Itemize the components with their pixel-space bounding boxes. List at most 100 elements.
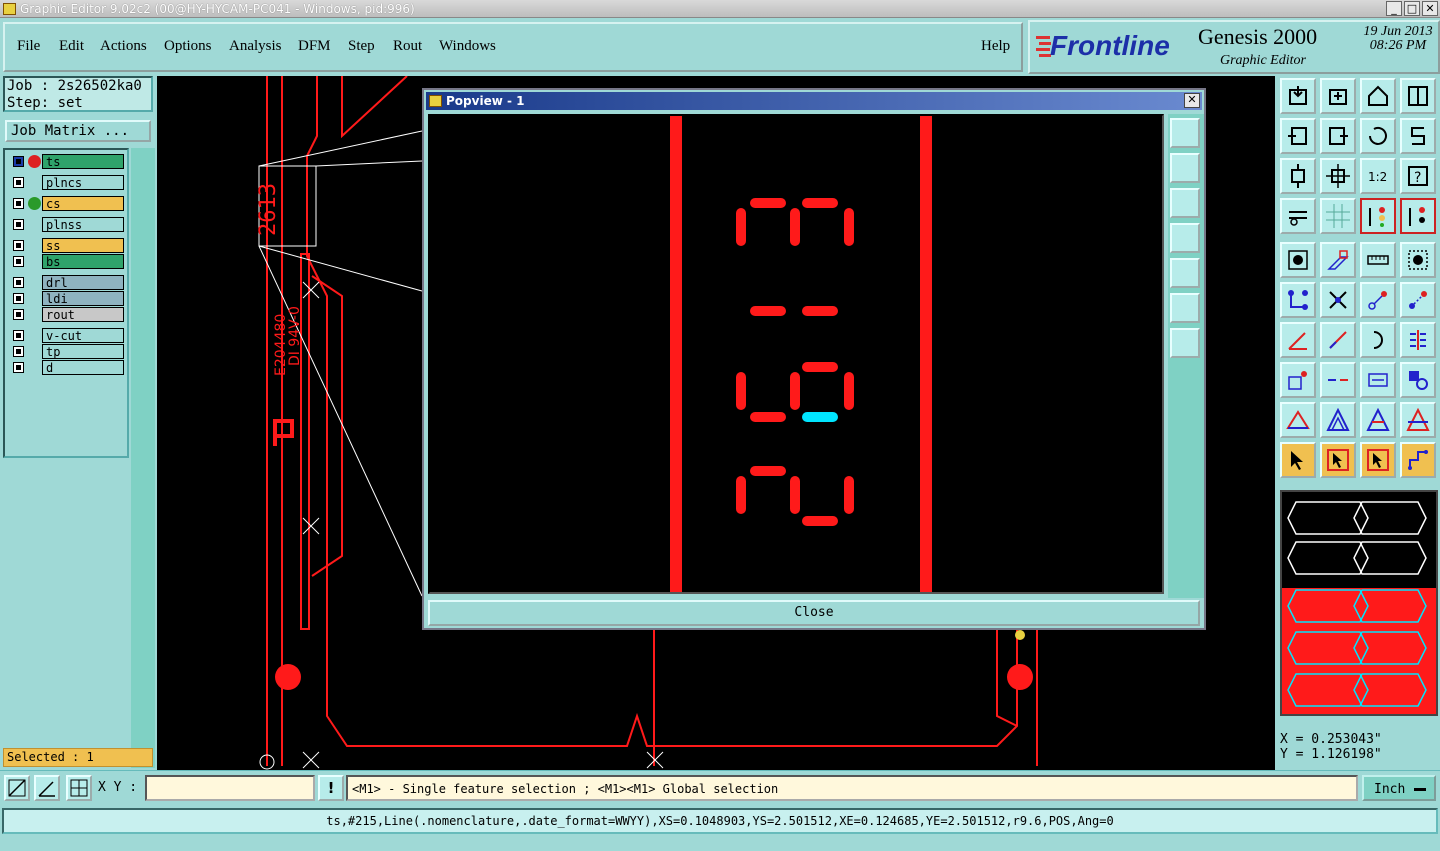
popview-pan-right-icon[interactable] — [1170, 258, 1200, 288]
pointer-net-icon[interactable] — [1360, 442, 1396, 478]
help-query-icon[interactable]: ? — [1400, 158, 1436, 194]
snap-mode-icon[interactable] — [4, 775, 30, 801]
ruler-icon[interactable] — [1360, 242, 1396, 278]
layer-checkbox[interactable] — [13, 346, 24, 357]
layer-display-icon[interactable] — [1360, 198, 1396, 234]
select-polygon-icon[interactable] — [1320, 242, 1356, 278]
undo-view-icon[interactable] — [1360, 118, 1396, 154]
add-pad-icon[interactable] — [1280, 362, 1316, 398]
layer-row-bs[interactable]: bs — [8, 254, 126, 269]
triangle-edit-icon[interactable] — [1280, 402, 1316, 438]
layer-checkbox[interactable] — [13, 293, 24, 304]
redraw-icon[interactable] — [1400, 118, 1436, 154]
layer-checkbox[interactable] — [13, 156, 24, 167]
measure-icon[interactable] — [1360, 362, 1396, 398]
cut-line-icon[interactable] — [1320, 362, 1356, 398]
triangle-fill-icon[interactable] — [1360, 402, 1396, 438]
layer-checkbox[interactable] — [13, 256, 24, 267]
layer-row-rout[interactable]: rout — [8, 307, 126, 322]
fit-vertical-icon[interactable] — [1280, 158, 1316, 194]
layer-row-d[interactable]: d — [8, 360, 126, 375]
layer-scroll-strip[interactable] — [131, 148, 155, 768]
layer-row-drl[interactable]: drl — [8, 275, 126, 290]
maximize-button[interactable]: □ — [1404, 1, 1420, 16]
move-feature-icon[interactable] — [1360, 282, 1396, 318]
select-feature-icon[interactable] — [1280, 242, 1316, 278]
affected-layer-dot-icon — [28, 197, 41, 210]
split-view-icon[interactable] — [1400, 78, 1436, 114]
xy-input[interactable] — [145, 775, 315, 801]
triangle-resize-icon[interactable] — [1320, 402, 1356, 438]
minimize-button[interactable]: _ — [1386, 1, 1402, 16]
popview-pan-left-icon[interactable] — [1170, 223, 1200, 253]
draw-line-icon[interactable] — [1320, 322, 1356, 358]
zoom-in-icon[interactable] — [1320, 78, 1356, 114]
menu-file[interactable]: File — [17, 38, 40, 55]
pointer-box-icon[interactable] — [1320, 442, 1356, 478]
unit-selector[interactable]: Inch — [1362, 775, 1436, 801]
layer-checkbox[interactable] — [13, 240, 24, 251]
menu-analysis[interactable]: Analysis — [229, 38, 282, 55]
angle-line-icon[interactable] — [1280, 322, 1316, 358]
home-view-icon[interactable] — [1360, 78, 1396, 114]
zoom-home-icon[interactable] — [1280, 78, 1316, 114]
menu-options[interactable]: Options — [164, 38, 212, 55]
menu-rout[interactable]: Rout — [393, 38, 422, 55]
draw-arc-icon[interactable] — [1360, 322, 1396, 358]
menu-help[interactable]: Help — [981, 38, 1010, 55]
menu-step[interactable]: Step — [348, 38, 375, 55]
triangle-split-icon[interactable] — [1400, 402, 1436, 438]
layer-checkbox[interactable] — [13, 177, 24, 188]
canvas-date-code: 2613 — [256, 183, 281, 236]
pan-right-icon[interactable] — [1320, 118, 1356, 154]
left-panel: Job : 2s26502ka0 Step: set Job Matrix ..… — [3, 76, 155, 768]
selected-segment[interactable] — [802, 412, 838, 422]
connect-nodes-icon[interactable] — [1280, 282, 1316, 318]
layer-checkbox[interactable] — [13, 362, 24, 373]
fit-all-icon[interactable] — [1320, 158, 1356, 194]
pan-left-icon[interactable] — [1280, 118, 1316, 154]
layer-checkbox[interactable] — [13, 309, 24, 320]
select-area-icon[interactable] — [1400, 242, 1436, 278]
settings-tools-icon[interactable] — [1280, 198, 1316, 234]
mirror-icon[interactable] — [1400, 322, 1436, 358]
popview-close-button[interactable]: Close — [428, 600, 1200, 626]
layer-row-plncs[interactable]: plncs — [8, 175, 126, 190]
popview-zoom-in-icon[interactable] — [1170, 153, 1200, 183]
popview-center-icon[interactable] — [1170, 328, 1200, 358]
popview-zoom-out-icon[interactable] — [1170, 188, 1200, 218]
pads-group-icon[interactable] — [1400, 362, 1436, 398]
popview-zoom-fit-icon[interactable] — [1170, 118, 1200, 148]
menu-actions[interactable]: Actions — [100, 38, 147, 55]
close-window-button[interactable]: ✕ — [1422, 1, 1438, 16]
menu-dfm[interactable]: DFM — [298, 38, 331, 55]
grid-snap-icon[interactable] — [66, 775, 92, 801]
copy-feature-icon[interactable] — [1400, 282, 1436, 318]
pointer-select-icon[interactable] — [1280, 442, 1316, 478]
grid-icon[interactable] — [1320, 198, 1356, 234]
layer-checkbox[interactable] — [13, 277, 24, 288]
layer-checkbox[interactable] — [13, 219, 24, 230]
popview-close-icon[interactable]: ✕ — [1184, 93, 1200, 108]
layer-row-cs[interactable]: cs — [8, 196, 126, 211]
menu-windows[interactable]: Windows — [439, 38, 496, 55]
angle-mode-icon[interactable] — [34, 775, 60, 801]
layer-checkbox[interactable] — [13, 330, 24, 341]
scale-1-2-icon[interactable]: 1:2 — [1360, 158, 1396, 194]
popview-canvas[interactable] — [428, 114, 1164, 594]
panel-overview[interactable] — [1280, 490, 1438, 716]
pointer-route-icon[interactable] — [1400, 442, 1436, 478]
layer-checkbox[interactable] — [13, 198, 24, 209]
popview-fit-all-icon[interactable] — [1170, 293, 1200, 323]
layer-row-ss[interactable]: ss — [8, 238, 126, 253]
layer-row-v-cut[interactable]: v-cut — [8, 328, 126, 343]
menu-edit[interactable]: Edit — [59, 38, 84, 55]
layer-row-ldi[interactable]: ldi — [8, 291, 126, 306]
layer-row-plnss[interactable]: plnss — [8, 217, 126, 232]
job-matrix-button[interactable]: Job Matrix ... — [5, 120, 151, 142]
layer-row-tp[interactable]: tp — [8, 344, 126, 359]
exclamation-icon[interactable]: ! — [318, 775, 344, 801]
delete-feature-icon[interactable] — [1320, 282, 1356, 318]
layer-row-ts[interactable]: ts — [8, 154, 126, 169]
layer-colors-icon[interactable] — [1400, 198, 1436, 234]
